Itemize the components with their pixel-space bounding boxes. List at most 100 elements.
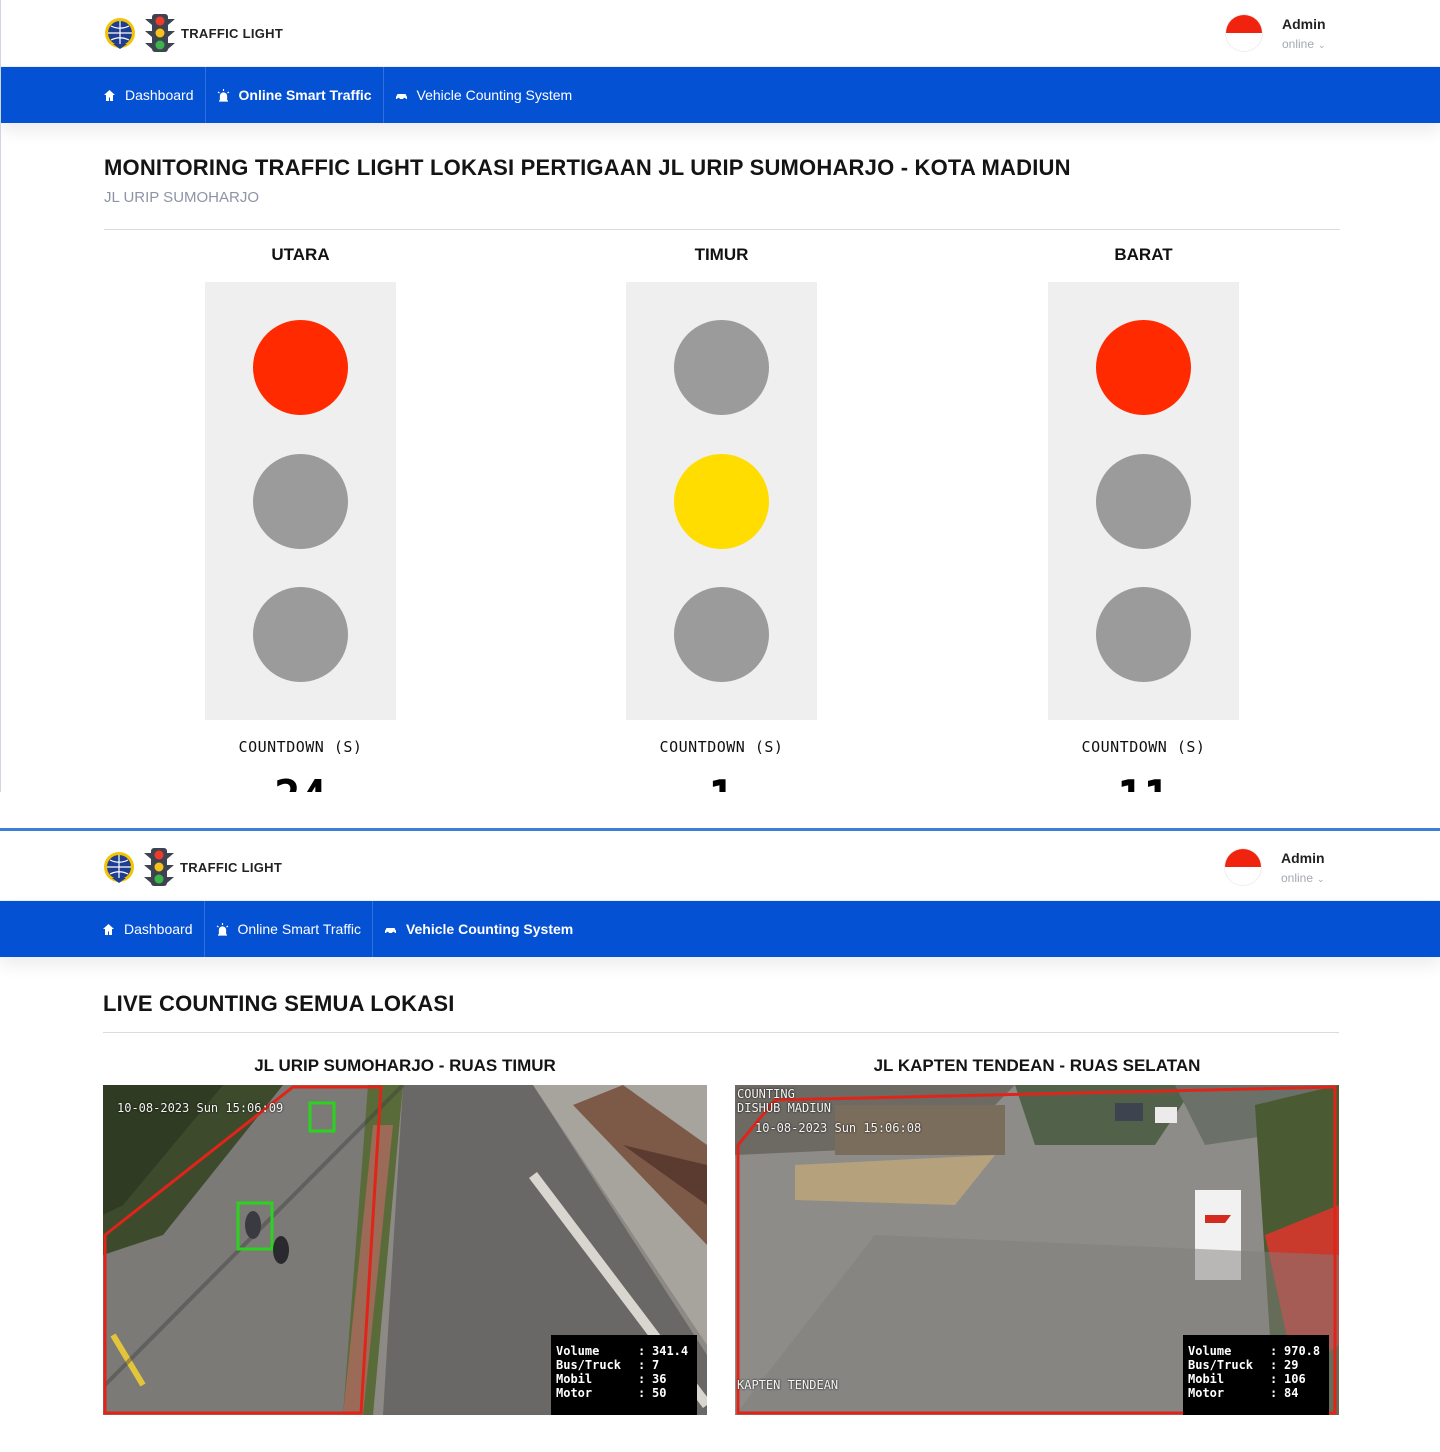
stat-sep: : [638, 1358, 646, 1372]
green-lamp [1096, 587, 1191, 682]
traffic-light-logo-icon [144, 848, 174, 886]
camera-timestamp: 10-08-2023 Sun 15:06:09 [117, 1101, 284, 1115]
camera-feed-kapten-tendean: JL KAPTEN TENDEAN - RUAS SELATAN COUNTIN… [735, 1056, 1339, 1415]
stat-sep: : [1270, 1386, 1278, 1400]
stat-volume: 341.4 [652, 1344, 689, 1358]
nav-item-dashboard[interactable]: Dashboard [103, 67, 206, 123]
stat-volume: 970.8 [1284, 1344, 1321, 1358]
traffic-light-housing [1048, 282, 1239, 720]
car-icon [384, 927, 396, 934]
traffic-light-utara: UTARA COUNTDOWN (S) 24 [205, 245, 396, 792]
home-icon [103, 923, 114, 935]
nav-label: Dashboard [124, 921, 193, 937]
brand-name: TRAFFIC LIGHT [181, 25, 284, 41]
countdown-label: COUNTDOWN (S) [1081, 738, 1206, 756]
screenshot-separator [0, 828, 1440, 831]
stat-motor: 84 [1284, 1386, 1299, 1400]
stat-label: Bus/Truck [1188, 1358, 1254, 1372]
user-menu[interactable]: Admin online ⌄ [1224, 848, 1325, 886]
nav-item-vehicle-counting[interactable]: Vehicle Counting System [384, 67, 584, 123]
main-navbar: Dashboard Online Smart Traffic Vehicle C… [0, 901, 1440, 957]
camera-video[interactable]: COUNTING DISHUB MADIUN 10-08-2023 Sun 15… [735, 1085, 1339, 1415]
green-lamp [674, 587, 769, 682]
nav-item-vehicle-counting[interactable]: Vehicle Counting System [373, 901, 584, 957]
nav-label: Online Smart Traffic [238, 87, 372, 103]
chevron-down-icon[interactable]: ⌄ [1317, 874, 1325, 884]
stat-mobil: 106 [1284, 1372, 1306, 1386]
traffic-light-housing [626, 282, 817, 720]
camera-overlay-label: COUNTING DISHUB MADIUN [737, 1087, 831, 1115]
traffic-light-housing [205, 282, 396, 720]
camera-title: JL URIP SUMOHARJO - RUAS TIMUR [254, 1056, 556, 1075]
nav-item-online-smart-traffic[interactable]: Online Smart Traffic [206, 67, 384, 123]
stat-mobil: 36 [652, 1372, 667, 1386]
counting-stats-panel: Volume:341.4 Bus/Truck:7 Mobil:36 Motor:… [551, 1335, 697, 1415]
avatar[interactable] [1225, 14, 1263, 52]
user-status: online [1281, 871, 1314, 885]
page-title: MONITORING TRAFFIC LIGHT LOKASI PERTIGAA… [104, 155, 1071, 180]
countdown-value: 1 [631, 770, 812, 792]
nav-item-dashboard[interactable]: Dashboard [102, 901, 205, 957]
camera-title: JL KAPTEN TENDEAN - RUAS SELATAN [873, 1056, 1201, 1075]
camera-feed-urip-sumoharjo: JL URIP SUMOHARJO - RUAS TIMUR 10-08-202… [103, 1056, 707, 1415]
user-menu[interactable]: Admin online ⌄ [1225, 14, 1326, 52]
user-name: Admin [1282, 16, 1326, 32]
stat-sep: : [1270, 1358, 1278, 1372]
app-logo[interactable]: TRAFFIC LIGHT [103, 13, 283, 53]
countdown-label: COUNTDOWN (S) [659, 738, 784, 756]
direction-label: TIMUR [694, 245, 749, 264]
divider [104, 229, 1340, 230]
green-lamp [253, 587, 348, 682]
siren-icon [217, 88, 229, 102]
user-name: Admin [1281, 850, 1325, 866]
countdown-value: 11 [1053, 770, 1234, 792]
red-lamp [253, 320, 348, 415]
stat-sep: : [638, 1344, 646, 1358]
traffic-monitoring-screen: TRAFFIC LIGHT Admin online ⌄ Dashboard On… [0, 0, 1440, 792]
camera-video[interactable]: 10-08-2023 Sun 15:06:09 Volume:341.4 Bus… [103, 1085, 707, 1415]
vehicle-counting-screen: TRAFFIC LIGHT Admin online ⌄ Dashboard On… [0, 834, 1440, 1452]
traffic-light-barat: BARAT COUNTDOWN (S) 11 [1048, 245, 1239, 792]
nav-label: Online Smart Traffic [237, 921, 361, 937]
car-icon [395, 93, 407, 100]
stat-label: Motor [556, 1386, 593, 1400]
page-subtitle: JL URIP SUMOHARJO [104, 189, 260, 206]
stat-label: Mobil [556, 1372, 593, 1386]
yellow-lamp [674, 454, 769, 549]
countdown-label: COUNTDOWN (S) [238, 738, 363, 756]
stat-label: Motor [1188, 1386, 1225, 1400]
divider [103, 1032, 1339, 1033]
direction-label: BARAT [1114, 245, 1173, 264]
home-icon [104, 89, 115, 101]
counting-stats-panel: Volume:970.8 Bus/Truck:29 Mobil:106 Moto… [1183, 1335, 1329, 1415]
stat-sep: : [1270, 1344, 1278, 1358]
nav-label: Vehicle Counting System [416, 87, 573, 103]
app-logo[interactable]: TRAFFIC LIGHT [102, 847, 282, 887]
yellow-lamp [253, 454, 348, 549]
stat-sep: : [638, 1386, 646, 1400]
nav-item-online-smart-traffic[interactable]: Online Smart Traffic [205, 901, 373, 957]
user-status: online [1282, 37, 1315, 51]
red-lamp [674, 320, 769, 415]
stat-bus-truck: 7 [652, 1358, 660, 1372]
countdown-value: 24 [210, 770, 391, 792]
stat-label: Volume [556, 1344, 600, 1358]
direction-label: UTARA [271, 245, 330, 264]
stat-sep: : [1270, 1372, 1278, 1386]
ministry-globe-icon [104, 852, 134, 883]
stat-bus-truck: 29 [1284, 1358, 1299, 1372]
avatar[interactable] [1224, 848, 1262, 886]
traffic-light-logo-icon [145, 14, 175, 52]
screenshot-gap [0, 792, 1440, 828]
chevron-down-icon[interactable]: ⌄ [1318, 40, 1326, 50]
stat-label: Volume [1188, 1344, 1232, 1358]
main-navbar: Dashboard Online Smart Traffic Vehicle C… [1, 67, 1440, 123]
page-title: LIVE COUNTING SEMUA LOKASI [103, 991, 455, 1016]
nav-label: Dashboard [125, 87, 194, 103]
red-lamp [1096, 320, 1191, 415]
nav-label: Vehicle Counting System [405, 921, 574, 937]
camera-location-label: KAPTEN TENDEAN [737, 1378, 839, 1392]
top-header: TRAFFIC LIGHT Admin online ⌄ [0, 834, 1440, 901]
traffic-light-timur: TIMUR COUNTDOWN (S) 1 [626, 245, 817, 792]
stat-motor: 50 [652, 1386, 667, 1400]
